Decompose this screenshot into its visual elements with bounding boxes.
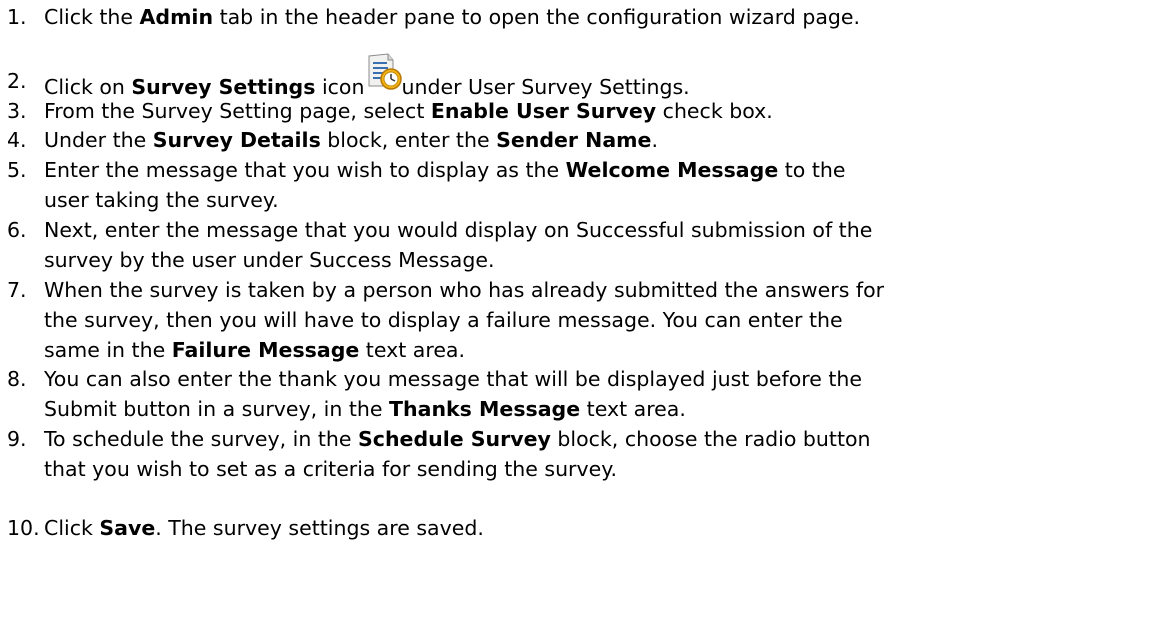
step-text-line: Click the Admin tab in the header pane t… [44, 2, 860, 32]
step-text: From the Survey Setting page, select [44, 99, 431, 123]
step-text-line: user taking the survey. [44, 185, 279, 215]
step-text-line: the survey, then you will have to displa… [44, 305, 843, 335]
step-item: 8. You can also enter the thank you messa… [0, 364, 1165, 424]
step-text-line: You can also enter the thank you message… [44, 364, 862, 394]
step-text-line: same in the Failure Message text area. [44, 335, 465, 365]
step-text: When the survey is taken by a person who… [44, 278, 885, 302]
step-text: the survey, then you will have to displa… [44, 308, 843, 332]
step-item: 7. When the survey is taken by a person w… [0, 275, 1165, 365]
step-text: text area. [359, 338, 466, 362]
step-text-line: that you wish to set as a criteria for s… [44, 454, 617, 484]
step-text-line: From the Survey Setting page, select Ena… [44, 96, 773, 126]
survey-settings-icon [366, 53, 403, 100]
step-text: Click the [44, 5, 140, 29]
step-text: Click [44, 516, 100, 540]
step-text: to the [778, 158, 846, 182]
bold-ui-term: Admin [139, 5, 214, 29]
step-number: 3. [7, 99, 27, 123]
step-text: Next, enter the message that you would d… [44, 218, 873, 242]
step-text: block, choose the radio button [550, 427, 871, 451]
step-text: block, enter the [320, 128, 497, 152]
step-text: that you wish to set as a criteria for s… [44, 457, 617, 481]
step-text: Submit button in a survey, in the [44, 397, 390, 421]
step-number: 2. [7, 69, 27, 93]
step-text-line: Under the Survey Details block, enter th… [44, 125, 658, 155]
step-text-line: Enter the message that you wish to displ… [44, 155, 846, 185]
step-number: 1. [7, 5, 27, 29]
step-text-line: When the survey is taken by a person who… [44, 275, 884, 305]
bold-ui-term: Enable User Survey [430, 99, 657, 123]
bold-ui-term: Survey Details [152, 128, 321, 152]
step-text: Enter the message that you wish to displ… [44, 158, 566, 182]
instruction-steps-list: 1. Click the Admin tab in the header pane… [0, 0, 1170, 623]
step-item: 1. Click the Admin tab in the header pane… [0, 2, 1165, 32]
step-text: user taking the survey. [44, 188, 279, 212]
step-text: same in the [44, 338, 172, 362]
step-item: 10. Click Save. The survey settings are s… [0, 513, 1165, 543]
step-text: You can also enter the thank you message… [44, 367, 862, 391]
step-number: 4. [7, 128, 27, 152]
step-number: 9. [7, 427, 27, 451]
step-text: . [651, 128, 658, 152]
bold-ui-term: Schedule Survey [358, 427, 551, 451]
step-text: Under the [44, 128, 153, 152]
step-item: 2. Click on Survey Settings icon under Us… [0, 53, 1165, 99]
bold-ui-term: Save [99, 516, 156, 540]
step-text: check box. [656, 99, 773, 123]
step-item: 5. Enter the message that you wish to dis… [0, 155, 1165, 215]
step-number: 8. [7, 367, 27, 391]
bold-ui-term: Welcome Message [565, 158, 779, 182]
bold-ui-term: Sender Name [496, 128, 652, 152]
step-item: 9. To schedule the survey, in the Schedul… [0, 424, 1165, 484]
step-number: 10. [7, 516, 40, 540]
step-text: tab in the header pane to open the confi… [213, 5, 861, 29]
bold-ui-term: Thanks Message [389, 397, 581, 421]
bold-ui-term: Failure Message [171, 338, 360, 362]
step-text: text area. [580, 397, 686, 421]
step-item: 6. Next, enter the message that you would… [0, 215, 1165, 275]
step-text-line: Next, enter the message that you would d… [44, 215, 872, 245]
step-number: 5. [7, 158, 27, 182]
step-number: 6. [7, 218, 27, 242]
step-text: . The survey settings are saved. [155, 516, 484, 540]
step-item: 3. From the Survey Setting page, select E… [0, 96, 1165, 126]
step-number: 7. [7, 278, 27, 302]
step-item: 4. Under the Survey Details block, enter … [0, 125, 1165, 155]
step-text-line: survey by the user under Success Message… [44, 245, 495, 275]
step-text-line: Click Save. The survey settings are save… [44, 513, 484, 543]
step-text: survey by the user under Success Message… [44, 248, 495, 272]
step-text-line: To schedule the survey, in the Schedule … [44, 424, 871, 454]
step-text: To schedule the survey, in the [44, 427, 359, 451]
step-text-line: Submit button in a survey, in the Thanks… [44, 394, 686, 424]
